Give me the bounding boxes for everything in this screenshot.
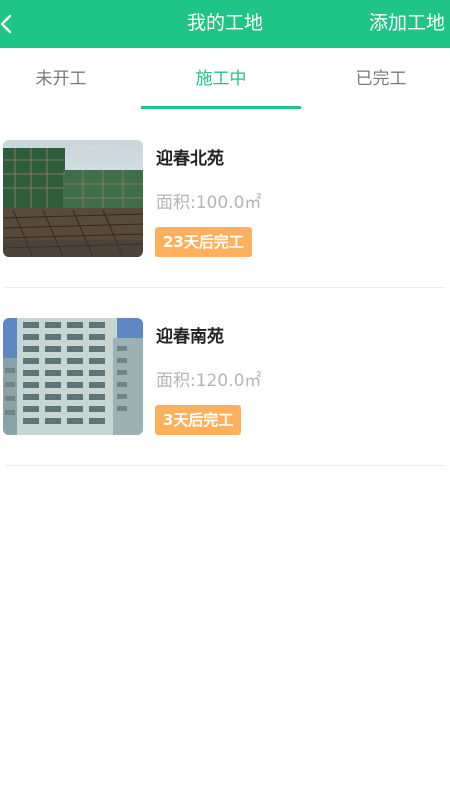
site-name: 迎春北苑: [156, 149, 224, 169]
status-badge: 3天后完工: [155, 405, 242, 435]
site-area: 面积:100.0㎡: [156, 193, 262, 213]
add-site-button[interactable]: 添加工地: [369, 0, 445, 48]
list-item[interactable]: 迎春北苑 面积:100.0㎡ 23天后完工: [0, 110, 450, 288]
tab-not-started[interactable]: 未开工: [0, 48, 141, 110]
app-header: 我的工地 添加工地: [0, 0, 450, 48]
apartment-building-photo: [3, 318, 143, 435]
back-button[interactable]: [0, 0, 30, 48]
status-badge: 23天后完工: [155, 227, 252, 257]
divider: [5, 465, 445, 466]
site-list: 迎春北苑 面积:100.0㎡ 23天后完工 迎春南苑 面积:120.0㎡ 3天后…: [0, 110, 450, 466]
status-tabs: 未开工 施工中 已完工: [0, 48, 450, 110]
tab-in-progress[interactable]: 施工中: [141, 48, 301, 110]
active-tab-indicator: [141, 106, 301, 109]
site-name: 迎春南苑: [156, 327, 224, 347]
construction-site-photo: [3, 140, 143, 257]
site-area: 面积:120.0㎡: [156, 371, 262, 391]
chevron-left-icon: [0, 14, 12, 34]
list-item[interactable]: 迎春南苑 面积:120.0㎡ 3天后完工: [0, 288, 450, 466]
tab-completed[interactable]: 已完工: [301, 48, 450, 110]
